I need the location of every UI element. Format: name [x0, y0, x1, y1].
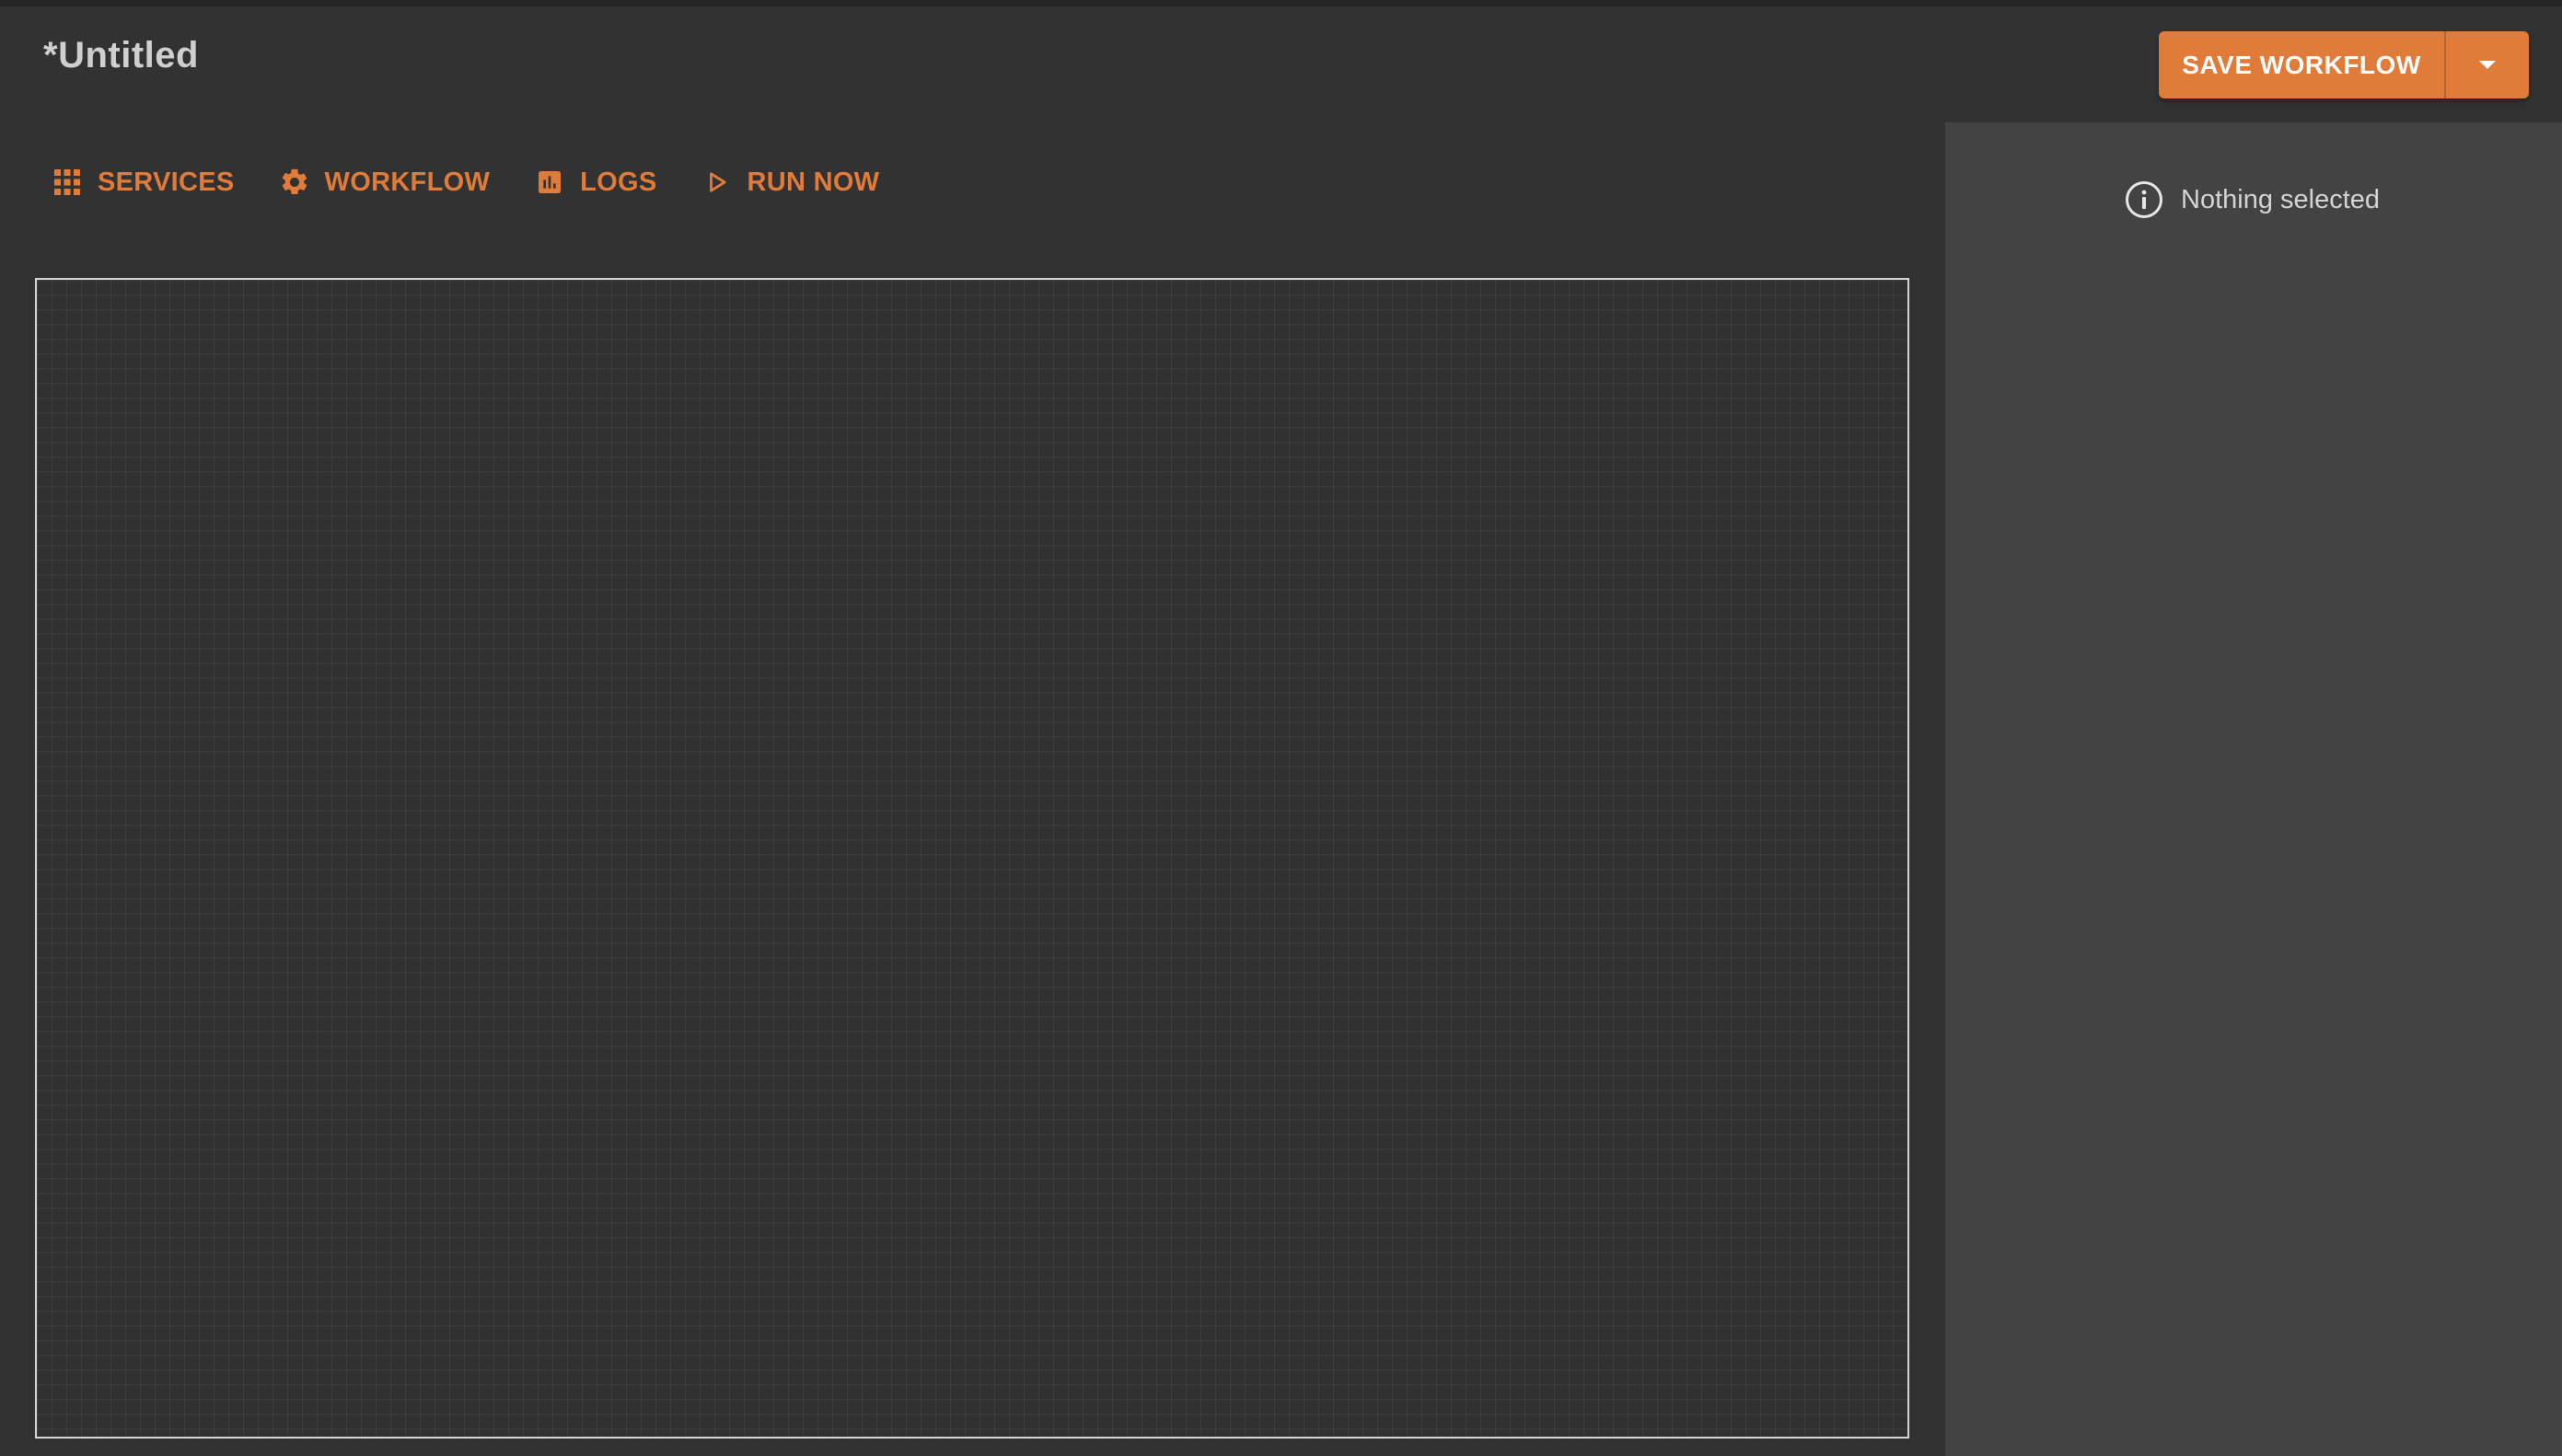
properties-panel: Nothing selected [1945, 122, 2562, 1456]
grid-icon [52, 167, 83, 198]
save-workflow-button[interactable]: SAVE WORKFLOW [2159, 31, 2446, 98]
logs-label: LOGS [580, 167, 657, 197]
caret-down-icon [2479, 61, 2496, 69]
save-options-dropdown-button[interactable] [2446, 31, 2529, 98]
info-icon [2124, 179, 2164, 220]
play-icon [701, 167, 733, 198]
nothing-selected-text: Nothing selected [2181, 184, 2381, 214]
nothing-selected-message: Nothing selected [2124, 179, 2380, 220]
run-now-button[interactable]: RUN NOW [701, 167, 880, 198]
save-workflow-button-group: SAVE WORKFLOW [2159, 31, 2529, 98]
gear-icon [279, 167, 310, 198]
services-label: SERVICES [98, 167, 235, 197]
workflow-canvas[interactable] [35, 278, 1909, 1439]
logs-button[interactable]: LOGS [534, 167, 656, 198]
bar-chart-icon [534, 167, 565, 198]
workflow-label: WORKFLOW [324, 167, 491, 197]
workflow-button[interactable]: WORKFLOW [279, 167, 491, 198]
workflow-title[interactable]: *Untitled [43, 35, 199, 76]
top-divider [0, 0, 2562, 6]
toolbar: SERVICES WORKFLOW LOGS RUN NOW [52, 158, 923, 206]
services-button[interactable]: SERVICES [52, 167, 235, 198]
run-now-label: RUN NOW [747, 167, 880, 197]
